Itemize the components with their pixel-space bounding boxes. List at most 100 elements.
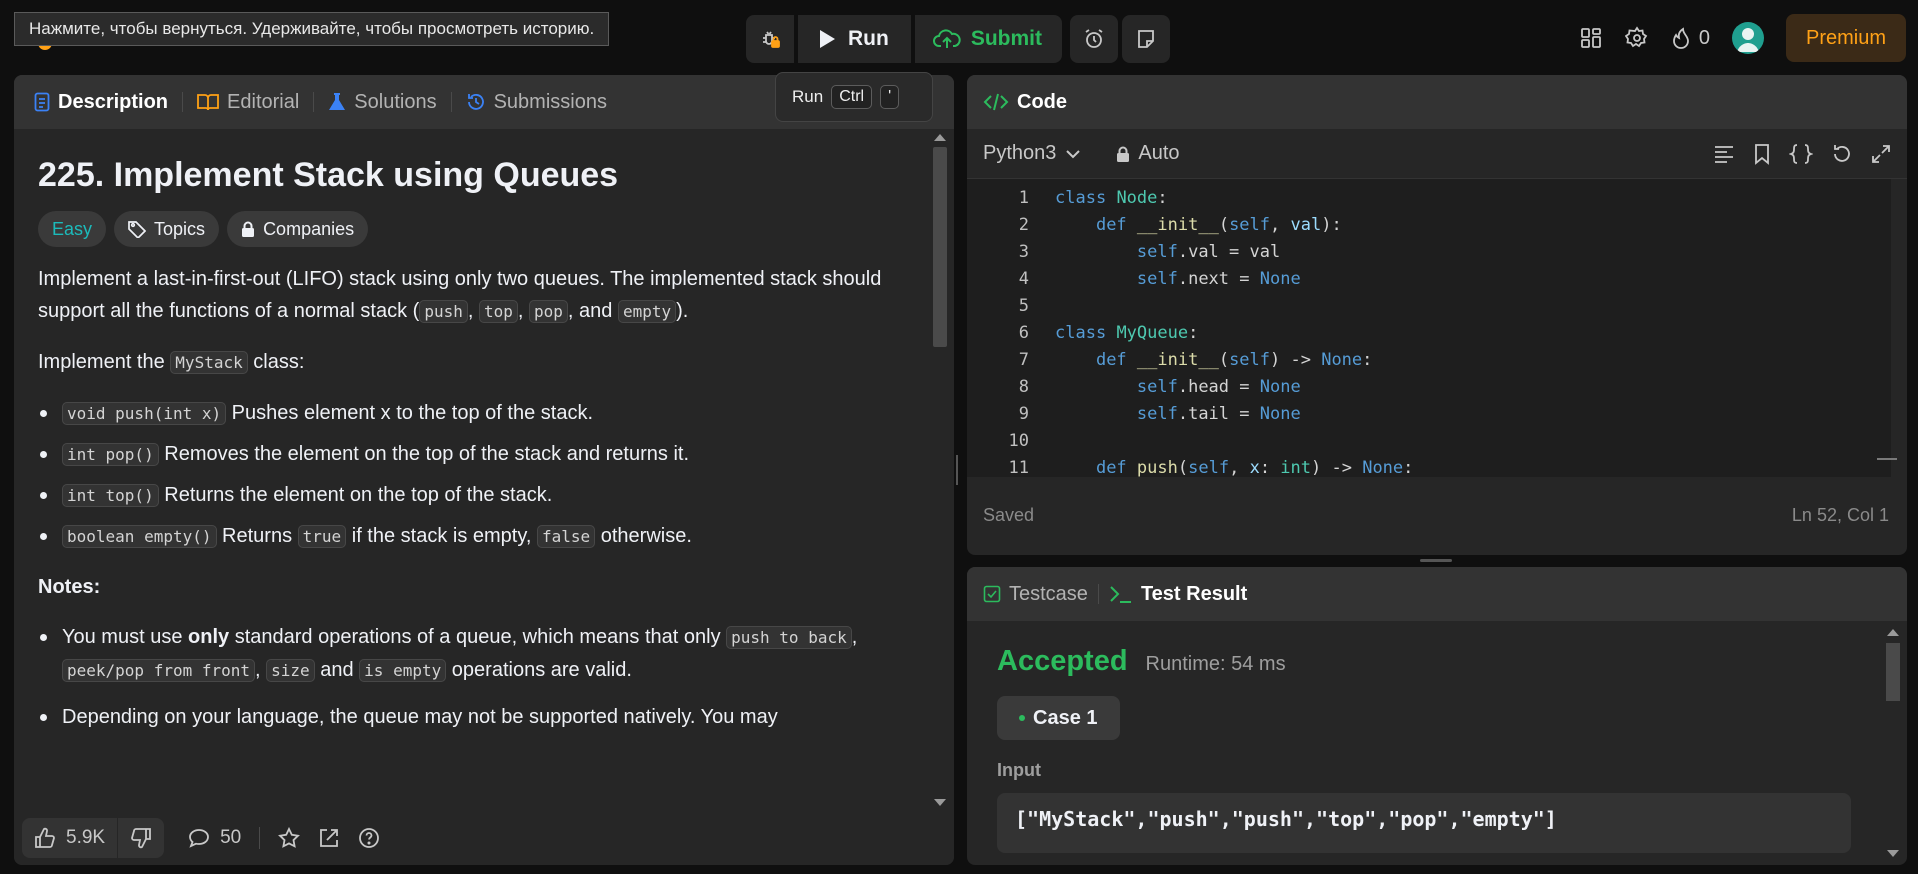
tab-divider: [450, 92, 452, 112]
run-button[interactable]: Run: [798, 15, 911, 63]
document-icon: [34, 92, 50, 112]
scrollbar-thumb[interactable]: [933, 147, 947, 347]
text: ).: [676, 300, 689, 322]
comment-count: 50: [220, 827, 242, 848]
flame-icon: [1672, 27, 1689, 49]
top-navbar: Нажмите, чтобы вернуться. Удерживайте, ч…: [0, 0, 1918, 74]
difficulty-badge[interactable]: Easy: [38, 211, 107, 247]
tab-solutions[interactable]: Solutions: [328, 91, 437, 114]
bookmark-icon[interactable]: [1753, 143, 1771, 165]
scroll-up-arrow-icon[interactable]: [1887, 629, 1899, 636]
code-text: self.next = None: [1136, 269, 1301, 289]
horizontal-resize-handle[interactable]: [1420, 559, 1452, 562]
line-number: 8: [1018, 377, 1029, 397]
description-panel: Description Editorial Solutions Submissi…: [14, 75, 954, 865]
tab-description[interactable]: Description: [34, 91, 168, 114]
comment-icon: [189, 829, 209, 848]
text: otherwise.: [595, 525, 692, 547]
list-item: void push(int x) Pushes element x to the…: [38, 397, 916, 430]
lock-icon: [1117, 146, 1130, 162]
text: Pushes element x to the top of the stack…: [226, 402, 593, 424]
companies-label: Companies: [263, 219, 355, 239]
scroll-down-arrow-icon[interactable]: [934, 799, 946, 806]
scroll-down-arrow-icon[interactable]: [1887, 850, 1899, 857]
format-lines-icon[interactable]: [1713, 144, 1735, 164]
text: ,: [517, 300, 529, 322]
tag-icon: [128, 221, 147, 238]
avatar[interactable]: [1731, 22, 1764, 54]
user-controls: 0 Premium: [1579, 14, 1906, 62]
inline-code: false: [537, 525, 596, 548]
code-text: def __init__(self) -> None:: [1095, 350, 1373, 370]
run-shortcut-tooltip: Run Ctrl ': [775, 72, 933, 122]
submit-button[interactable]: Submit: [914, 15, 1062, 63]
scrollbar-thumb[interactable]: [1886, 643, 1900, 701]
list-item: int top() Returns the element on the top…: [38, 479, 916, 512]
share-icon: [320, 829, 339, 847]
cloud-upload-icon: [932, 29, 961, 48]
like-button[interactable]: 5.9K: [22, 818, 117, 858]
comments-button[interactable]: 50: [174, 827, 255, 849]
share-button[interactable]: [314, 827, 354, 849]
ctrl-key: Ctrl: [831, 85, 873, 109]
line-number: 9: [1018, 404, 1029, 424]
language-select[interactable]: Python3: [983, 142, 1081, 165]
notes-button[interactable]: [1122, 15, 1170, 63]
inline-code: pop: [529, 300, 568, 323]
topics-button[interactable]: Topics: [114, 211, 220, 247]
scroll-up-arrow-icon[interactable]: [934, 134, 946, 141]
expand-icon[interactable]: [1871, 144, 1891, 164]
tab-testcase[interactable]: Testcase: [983, 583, 1088, 606]
text: standard operations of a queue, which me…: [229, 626, 727, 648]
page-title: 225. Implement Stack using Queues: [38, 156, 619, 194]
bug-lock-icon: [763, 31, 780, 48]
layout-button[interactable]: [1579, 26, 1603, 50]
test-tabs: Testcase Test Result: [967, 567, 1907, 621]
reset-icon[interactable]: [1831, 143, 1853, 165]
code-text: self.tail = None: [1136, 404, 1301, 424]
tab-test-result[interactable]: Test Result: [1109, 583, 1247, 606]
description-scrollbar[interactable]: [930, 129, 950, 812]
problem-tags: Easy Topics Companies: [38, 211, 916, 247]
favorite-button[interactable]: [264, 827, 314, 849]
debug-button[interactable]: [746, 15, 794, 63]
curly-braces-icon[interactable]: [1789, 143, 1813, 165]
inline-code: push to back: [726, 626, 852, 649]
code-line: 5: [967, 293, 1891, 320]
companies-button[interactable]: Companies: [227, 211, 369, 247]
tab-testcase-label: Testcase: [1009, 582, 1088, 605]
streak-counter[interactable]: 0: [1671, 26, 1710, 50]
code-line: 2 def __init__(self, val):: [967, 212, 1891, 239]
code-toolbar: Python3 Auto: [967, 129, 1907, 179]
code-text: def __init__(self, val):: [1095, 215, 1342, 235]
question-circle-icon: [359, 828, 380, 848]
code-line: 7 def __init__(self) -> None:: [967, 347, 1891, 374]
inline-code: void push(int x): [62, 402, 227, 425]
help-button[interactable]: [354, 827, 394, 849]
topics-label: Topics: [154, 219, 206, 239]
test-scrollbar[interactable]: [1883, 627, 1903, 857]
timer-button[interactable]: [1070, 15, 1118, 63]
case-tab[interactable]: Case 1: [997, 696, 1120, 740]
save-status: Saved: [983, 504, 1035, 525]
code-editor[interactable]: 1 class Node: 2 def __init__(self, val): …: [967, 179, 1891, 477]
submit-button-label: Submit: [970, 27, 1042, 50]
tab-editorial[interactable]: Editorial: [197, 91, 299, 114]
like-count: 5.9K: [66, 827, 106, 848]
text: ,: [255, 659, 267, 681]
inline-code: boolean empty(): [62, 525, 217, 548]
settings-button[interactable]: [1624, 26, 1649, 50]
tab-submissions[interactable]: Submissions: [466, 91, 607, 114]
code-text: class MyQueue:: [1055, 323, 1199, 343]
auto-mode-toggle[interactable]: Auto: [1116, 142, 1180, 165]
inline-code: push: [419, 300, 468, 323]
editor-tools: [1713, 143, 1891, 165]
premium-button[interactable]: Premium: [1785, 14, 1906, 62]
star-icon: [278, 827, 301, 848]
vertical-resize-handle[interactable]: [956, 455, 962, 485]
tab-code[interactable]: Code: [983, 91, 1067, 114]
layout-grid-icon: [1580, 28, 1601, 48]
test-result-body: Accepted Runtime: 54 ms Case 1 Input ["M…: [967, 645, 1907, 853]
dislike-button[interactable]: [118, 818, 164, 858]
method-list: void push(int x) Pushes element x to the…: [38, 397, 916, 553]
